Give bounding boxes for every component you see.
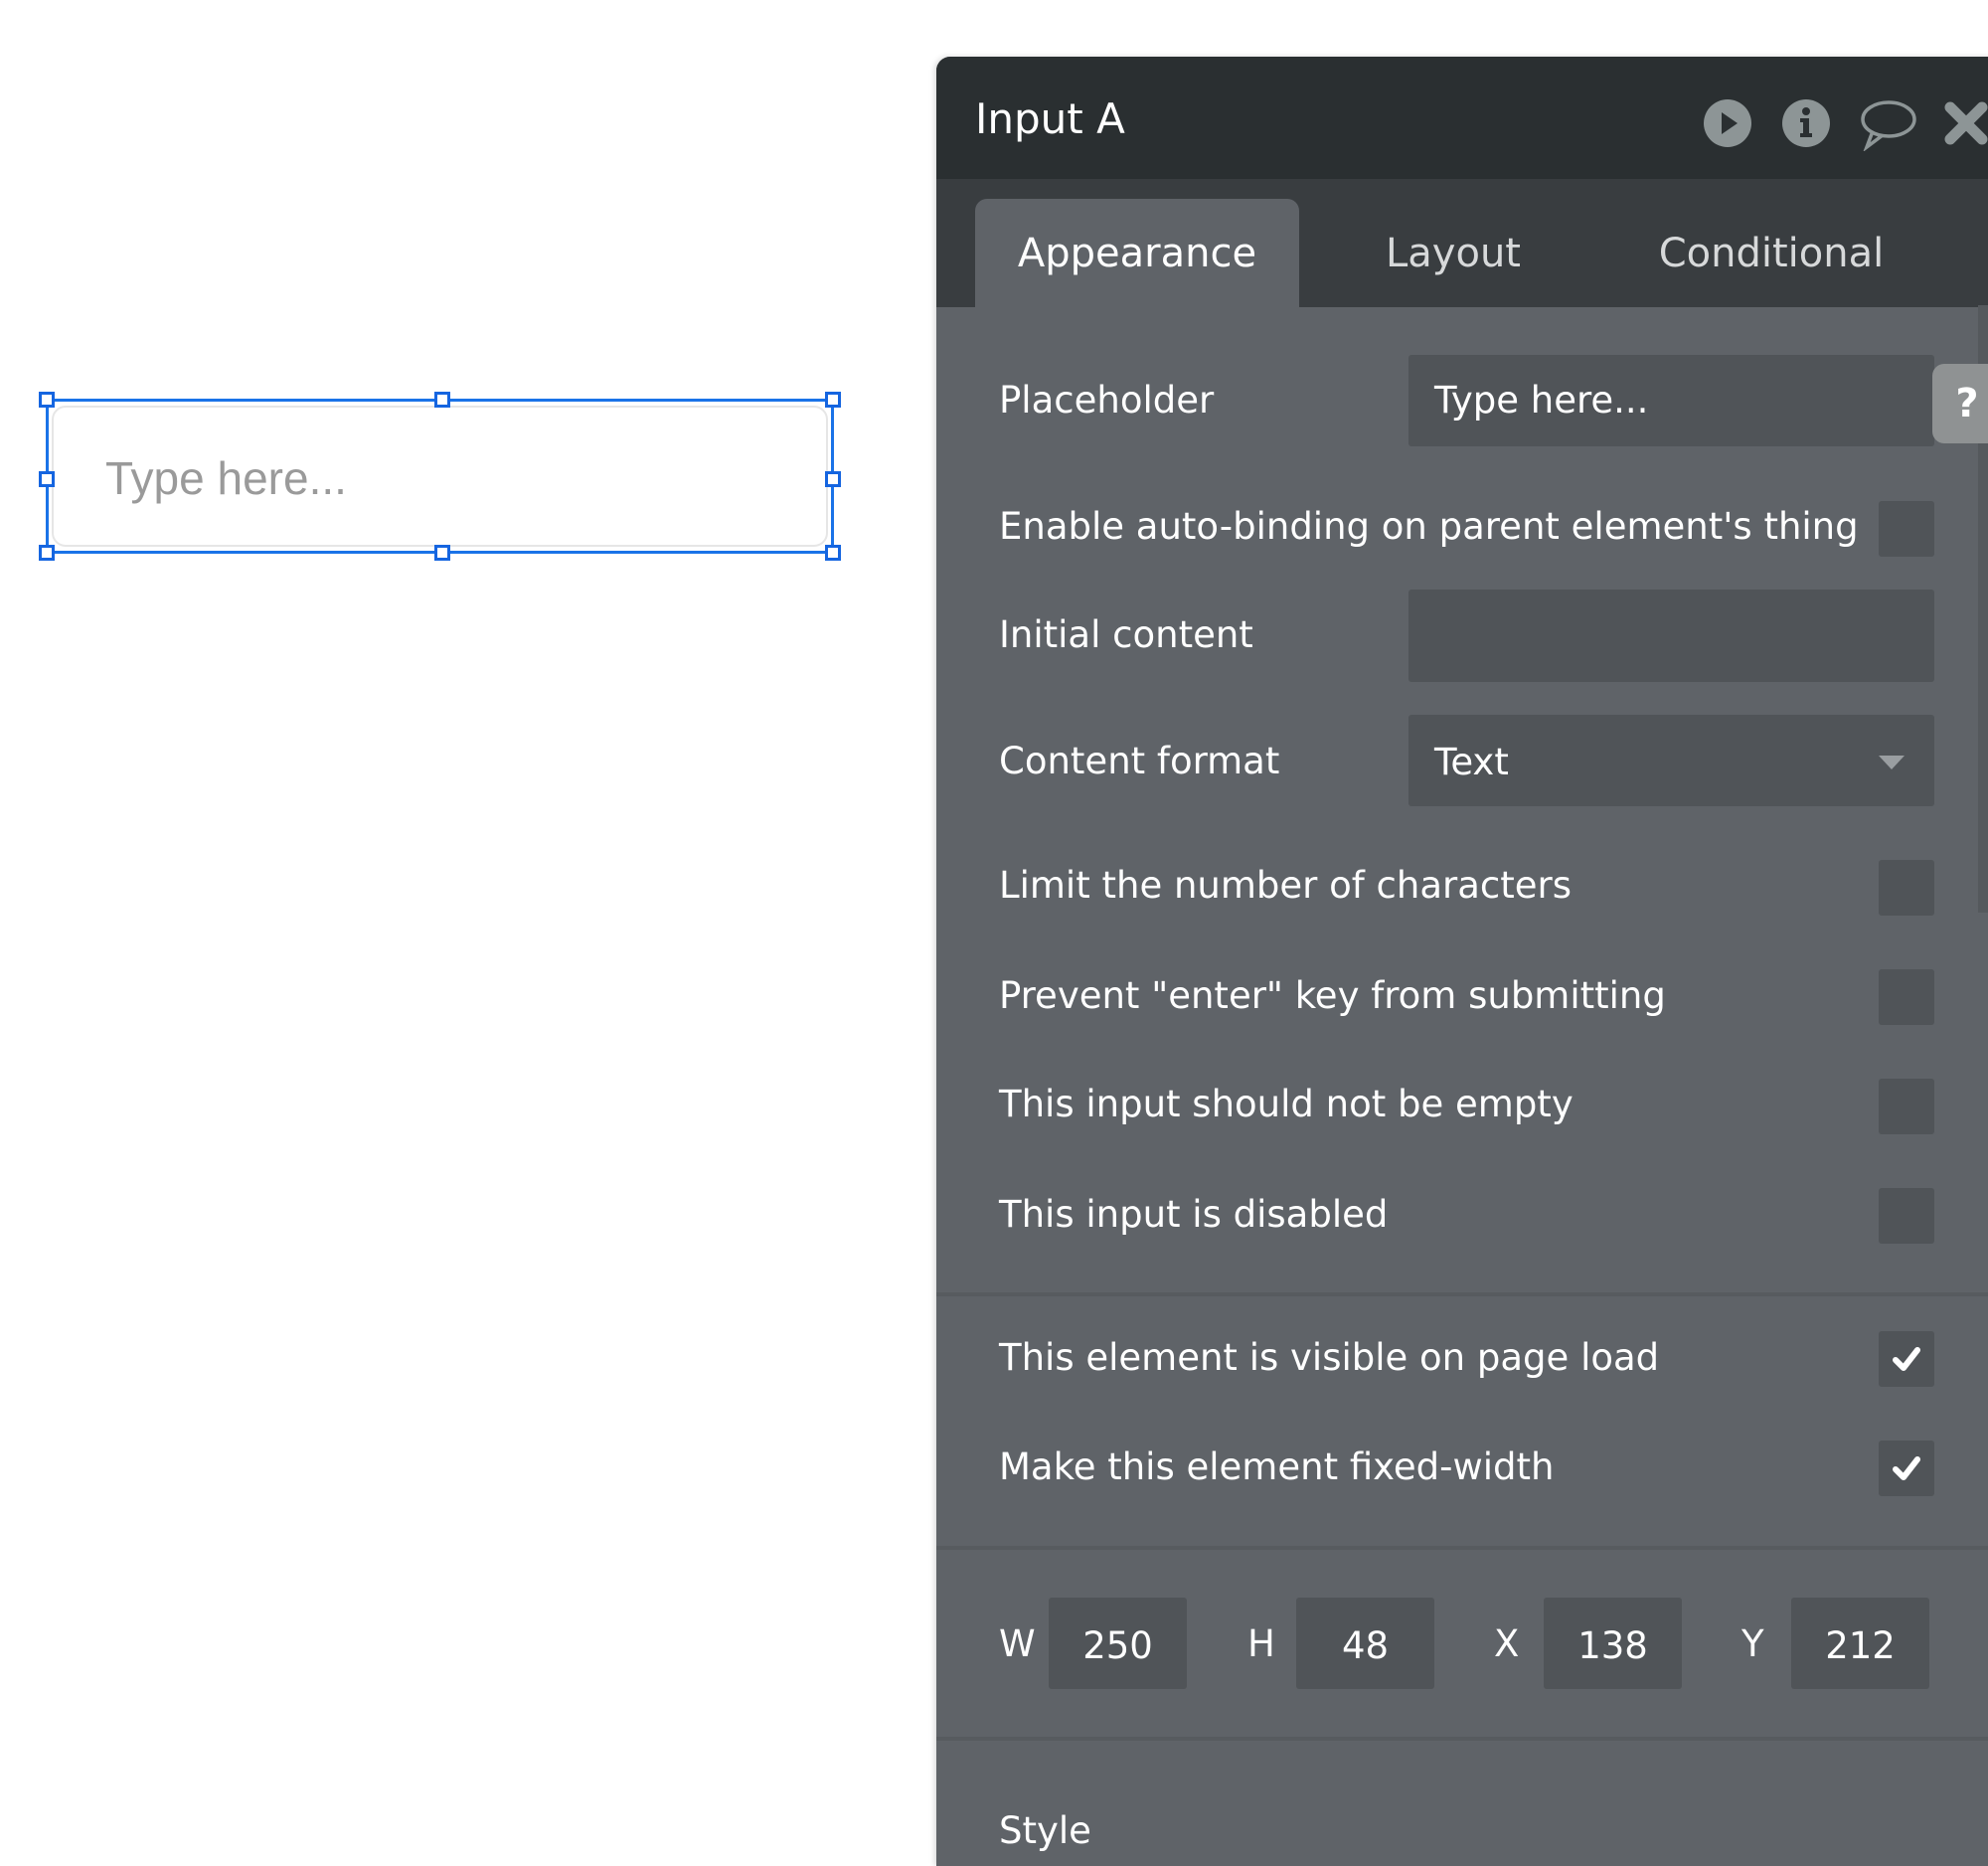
- visible-on-load-checkbox[interactable]: [1879, 1331, 1934, 1387]
- disabled-checkbox[interactable]: [1879, 1188, 1934, 1244]
- resize-handle-top-right[interactable]: [825, 392, 841, 408]
- tab-layout[interactable]: Layout: [1299, 199, 1607, 307]
- panel-title: Input A: [975, 94, 1125, 143]
- width-label: W: [999, 1622, 1036, 1665]
- resize-handle-bottom-right[interactable]: [825, 545, 841, 561]
- play-icon[interactable]: [1704, 99, 1751, 147]
- initial-content-label: Initial content: [999, 613, 1253, 656]
- resize-handle-bottom[interactable]: [434, 545, 450, 561]
- resize-handle-top-left[interactable]: [39, 392, 55, 408]
- auto-binding-checkbox[interactable]: [1879, 501, 1934, 557]
- canvas-input-element[interactable]: Type here...: [52, 406, 828, 547]
- y-label: Y: [1741, 1622, 1764, 1665]
- fixed-width-label: Make this element fixed-width: [999, 1445, 1555, 1488]
- prevent-enter-checkbox[interactable]: [1879, 969, 1934, 1025]
- initial-content-input[interactable]: [1408, 590, 1934, 682]
- canvas-input-placeholder: Type here...: [105, 452, 347, 504]
- section-divider: [936, 1546, 1988, 1550]
- tab-appearance[interactable]: Appearance: [975, 199, 1299, 307]
- limit-chars-checkbox[interactable]: [1879, 860, 1934, 916]
- resize-handle-right[interactable]: [825, 471, 841, 487]
- resize-handle-bottom-left[interactable]: [39, 545, 55, 561]
- placeholder-label: Placeholder: [999, 379, 1215, 422]
- panel-header: Input A: [936, 57, 1988, 179]
- x-input[interactable]: 138: [1544, 1598, 1682, 1689]
- disabled-label: This input is disabled: [999, 1193, 1389, 1236]
- width-input[interactable]: 250: [1049, 1598, 1187, 1689]
- y-input[interactable]: 212: [1791, 1598, 1929, 1689]
- limit-chars-label: Limit the number of characters: [999, 864, 1573, 907]
- not-empty-checkbox[interactable]: [1879, 1079, 1934, 1134]
- tab-conditional[interactable]: Conditional: [1607, 199, 1935, 307]
- chevron-down-icon: [1879, 755, 1905, 773]
- close-icon[interactable]: [1942, 99, 1988, 147]
- section-divider: [936, 1292, 1988, 1296]
- prevent-enter-label: Prevent "enter" key from submitting: [999, 974, 1666, 1017]
- checkmark-icon: [1893, 1347, 1920, 1371]
- content-format-value: Text: [1434, 741, 1509, 783]
- not-empty-label: This input should not be empty: [999, 1083, 1574, 1125]
- resize-handle-left[interactable]: [39, 471, 55, 487]
- style-label: Style: [999, 1809, 1091, 1852]
- content-format-label: Content format: [999, 740, 1280, 782]
- height-label: H: [1247, 1622, 1275, 1665]
- comment-icon[interactable]: [1859, 99, 1916, 152]
- x-label: X: [1494, 1622, 1520, 1665]
- property-editor-panel: Input A Appearance Layout Conditional Pl…: [936, 57, 1988, 1866]
- resize-handle-top[interactable]: [434, 392, 450, 408]
- visible-on-load-label: This element is visible on page load: [999, 1336, 1660, 1379]
- content-format-dropdown[interactable]: Text: [1408, 715, 1934, 806]
- help-button[interactable]: ?: [1932, 364, 1988, 443]
- section-divider: [936, 1737, 1988, 1741]
- info-icon[interactable]: [1782, 99, 1830, 147]
- fixed-width-checkbox[interactable]: [1879, 1441, 1934, 1496]
- placeholder-input[interactable]: Type here...: [1408, 355, 1934, 446]
- height-input[interactable]: 48: [1296, 1598, 1434, 1689]
- tab-bar: Appearance Layout Conditional: [936, 179, 1988, 307]
- placeholder-value: Type here...: [1434, 379, 1649, 422]
- checkmark-icon: [1893, 1456, 1920, 1480]
- auto-binding-label: Enable auto-binding on parent element's …: [999, 505, 1859, 548]
